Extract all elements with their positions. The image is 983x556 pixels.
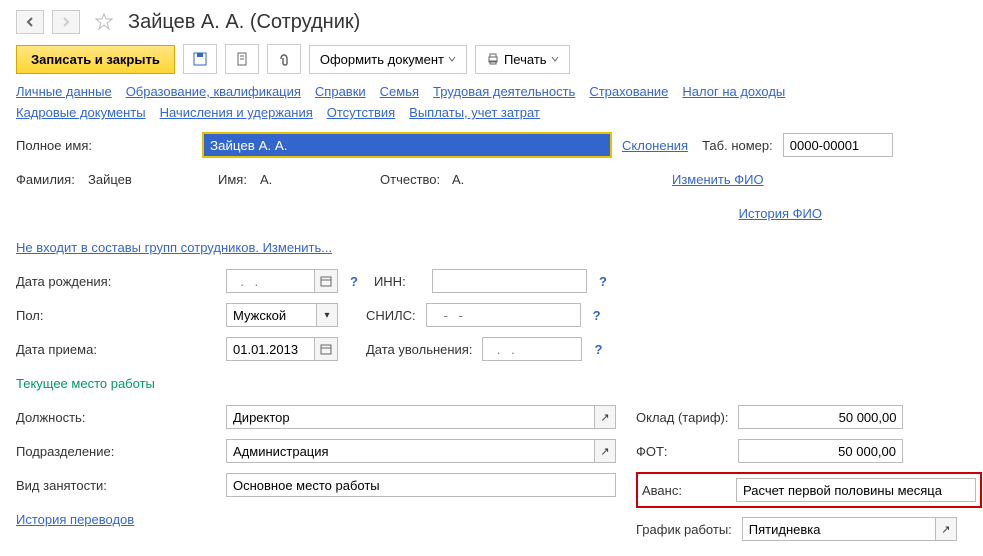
form-area: Полное имя: Склонения Таб. номер: Фамили… [0,126,983,556]
snils-input[interactable] [426,303,581,327]
page-title: Зайцев А. А. (Сотрудник) [128,11,360,34]
inn-input[interactable] [432,269,587,293]
dept-label: Подразделение: [16,444,216,459]
position-input[interactable] [226,405,594,429]
hire-date-input[interactable] [226,337,314,361]
salary-label: Оклад (тариф): [636,410,728,425]
full-name-label: Полное имя: [16,138,192,153]
fot-label: ФОТ: [636,444,728,459]
snils-label: СНИЛС: [366,308,416,323]
patronymic-label: Отчество: [380,172,442,187]
surname-label: Фамилия: [16,172,78,187]
document-button[interactable] [225,44,259,74]
birth-help-icon[interactable]: ? [350,274,358,289]
header: Зайцев А. А. (Сотрудник) [0,0,983,40]
inn-label: ИНН: [374,274,422,289]
advance-input[interactable] [736,478,976,502]
fire-date-input[interactable] [482,337,582,361]
hire-calendar-button[interactable] [314,337,338,361]
inn-help-icon[interactable]: ? [599,274,607,289]
gender-label: Пол: [16,308,216,323]
save-button[interactable] [183,44,217,74]
change-fio-link[interactable]: Изменить ФИО [672,172,764,187]
schedule-label: График работы: [636,522,732,537]
full-name-input[interactable] [202,132,612,158]
tab-insurance[interactable]: Страхование [589,84,668,99]
tab-accruals[interactable]: Начисления и удержания [160,105,313,120]
tab-num-label: Таб. номер: [702,138,773,153]
emp-type-input[interactable] [226,473,616,497]
snils-help-icon[interactable]: ? [593,308,601,323]
tab-hr-docs[interactable]: Кадровые документы [16,105,146,120]
tab-num-input[interactable] [783,133,893,157]
birth-calendar-button[interactable] [314,269,338,293]
save-close-button[interactable]: Записать и закрыть [16,45,175,74]
name-label: Имя: [218,172,250,187]
attachment-button[interactable] [267,44,301,74]
tab-employment[interactable]: Трудовая деятельность [433,84,575,99]
emp-type-label: Вид занятости: [16,478,216,493]
advance-label: Аванс: [642,483,726,498]
surname-value: Зайцев [88,172,208,187]
schedule-open-button[interactable]: ↗ [935,517,957,541]
position-label: Должность: [16,410,216,425]
declensions-link[interactable]: Склонения [622,138,688,153]
groups-link[interactable]: Не входит в составы групп сотрудников. И… [16,240,332,255]
workplace-header: Текущее место работы [16,376,155,391]
birth-label: Дата рождения: [16,274,216,289]
tab-personal[interactable]: Личные данные [16,84,112,99]
position-open-button[interactable]: ↗ [594,405,616,429]
tabs-row-2: Кадровые документы Начисления и удержани… [0,105,983,126]
tab-absences[interactable]: Отсутствия [327,105,395,120]
schedule-input[interactable] [742,517,935,541]
birth-input[interactable] [226,269,314,293]
tab-income-tax[interactable]: Налог на доходы [682,84,785,99]
patronymic-value: А. [452,172,662,187]
name-value: А. [260,172,370,187]
favorite-icon[interactable] [94,12,114,32]
back-button[interactable] [16,10,44,34]
tab-payments[interactable]: Выплаты, учет затрат [409,105,540,120]
print-button[interactable]: Печать [475,45,570,74]
toolbar: Записать и закрыть Оформить документ Печ… [0,40,983,84]
hire-label: Дата приема: [16,342,216,357]
transfers-link[interactable]: История переводов [16,512,134,527]
tab-references[interactable]: Справки [315,84,366,99]
dept-input[interactable] [226,439,594,463]
advance-highlight: Аванс: [636,472,982,508]
tabs-row-1: Личные данные Образование, квалификация … [0,84,983,105]
tab-family[interactable]: Семья [380,84,419,99]
fire-label: Дата увольнения: [366,342,472,357]
fot-input[interactable] [738,439,903,463]
history-fio-link[interactable]: История ФИО [739,206,822,221]
salary-input[interactable] [738,405,903,429]
dept-open-button[interactable]: ↗ [594,439,616,463]
gender-dropdown-button[interactable]: ▾ [316,303,338,327]
tab-education[interactable]: Образование, квалификация [126,84,301,99]
fire-help-icon[interactable]: ? [594,342,602,357]
forward-button[interactable] [52,10,80,34]
gender-input[interactable] [226,303,316,327]
format-document-button[interactable]: Оформить документ [309,45,467,74]
